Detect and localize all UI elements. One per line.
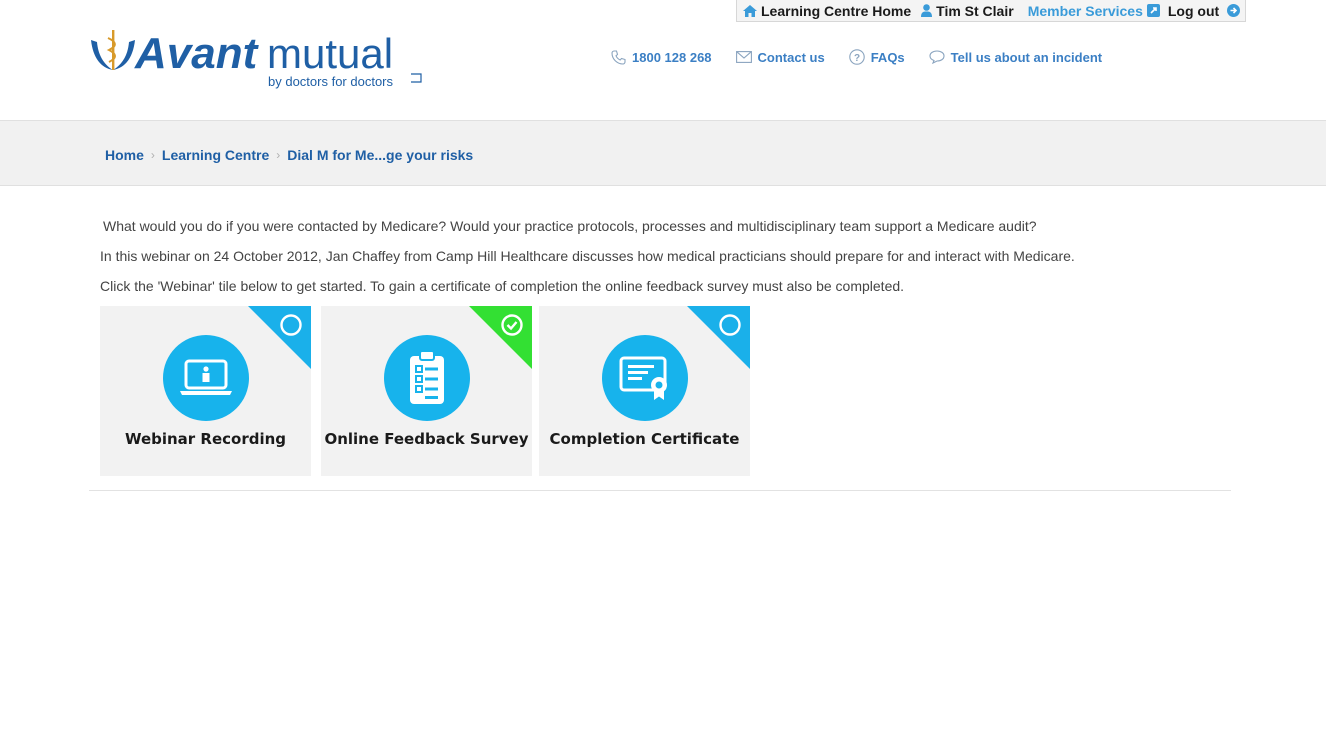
logout-link[interactable]: Log out	[1168, 3, 1219, 19]
avant-mutual-logo[interactable]: Avant mutual by doctors for doctors	[89, 28, 425, 92]
online-feedback-survey-tile[interactable]: Online Feedback Survey	[321, 306, 532, 476]
arrow-right-circle-icon[interactable]	[1227, 4, 1244, 17]
question-icon: ?	[848, 49, 865, 65]
laptop-icon	[163, 335, 249, 421]
member-services-link[interactable]: Member Services	[1028, 3, 1143, 19]
intro-paragraph: What would you do if you were contacted …	[103, 218, 1037, 234]
logo-brand-light: mutual	[267, 30, 393, 77]
breadcrumb: Home › Learning Centre › Dial M for Me..…	[105, 147, 473, 163]
webinar-recording-tile[interactable]: Webinar Recording	[100, 306, 311, 476]
faqs-link[interactable]: ? FAQs	[848, 49, 905, 65]
incident-link[interactable]: Tell us about an incident	[929, 50, 1102, 65]
learning-centre-home-link[interactable]: Learning Centre Home	[743, 3, 911, 19]
clipboard-icon	[384, 335, 470, 421]
user-bar: Learning Centre Home Tim St Clair Member…	[736, 0, 1246, 22]
certificate-icon	[602, 335, 688, 421]
external-link-icon[interactable]	[1146, 4, 1164, 17]
breadcrumb-current-page[interactable]: Dial M for Me...ge your risks	[287, 147, 473, 163]
contact-us-label: Contact us	[757, 49, 825, 65]
chevron-right-icon: ›	[276, 148, 281, 162]
member-services-label: Member Services	[1027, 2, 1143, 19]
incomplete-circle-icon	[280, 314, 302, 336]
tile-label: Completion Certificate	[549, 430, 740, 448]
mail-icon	[735, 51, 752, 63]
learning-centre-home-label: Learning Centre Home	[761, 2, 912, 19]
incomplete-circle-icon	[719, 314, 741, 336]
tile-label: Webinar Recording	[124, 430, 287, 448]
contact-nav: 1800 128 268 Contact us ? FAQs Tell us a…	[611, 49, 1126, 65]
chevron-right-icon: ›	[150, 148, 155, 162]
svg-text:?: ?	[854, 53, 860, 64]
intro-paragraph: Click the 'Webinar' tile below to get st…	[100, 278, 905, 294]
logo-tagline: by doctors for doctors	[268, 74, 393, 89]
faqs-label: FAQs	[870, 49, 905, 65]
phone-link[interactable]: 1800 128 268	[611, 50, 712, 65]
tile-label: Online Feedback Survey	[324, 430, 529, 448]
user-name: Tim St Clair	[936, 2, 1014, 19]
breadcrumb-home[interactable]: Home	[105, 147, 144, 163]
intro-text: What would you do if you were contacted …	[100, 218, 1075, 308]
logout-label: Log out	[1167, 2, 1220, 19]
breadcrumb-learning-centre[interactable]: Learning Centre	[162, 147, 269, 163]
phone-number: 1800 128 268	[632, 49, 712, 65]
intro-paragraph: In this webinar on 24 October 2012, Jan …	[100, 248, 1075, 264]
speech-bubble-icon	[929, 50, 945, 64]
home-icon	[743, 4, 757, 17]
divider	[89, 490, 1231, 491]
completion-certificate-tile[interactable]: Completion Certificate	[539, 306, 750, 476]
incident-label: Tell us about an incident	[950, 49, 1103, 65]
check-circle-icon	[501, 314, 523, 336]
contact-us-link[interactable]: Contact us	[735, 49, 825, 65]
logo-brand-bold: Avant	[134, 29, 260, 78]
user-icon	[921, 4, 933, 17]
breadcrumb-band: Home › Learning Centre › Dial M for Me..…	[0, 120, 1326, 186]
user-profile-link[interactable]: Tim St Clair	[921, 3, 1014, 19]
phone-icon	[611, 49, 626, 65]
